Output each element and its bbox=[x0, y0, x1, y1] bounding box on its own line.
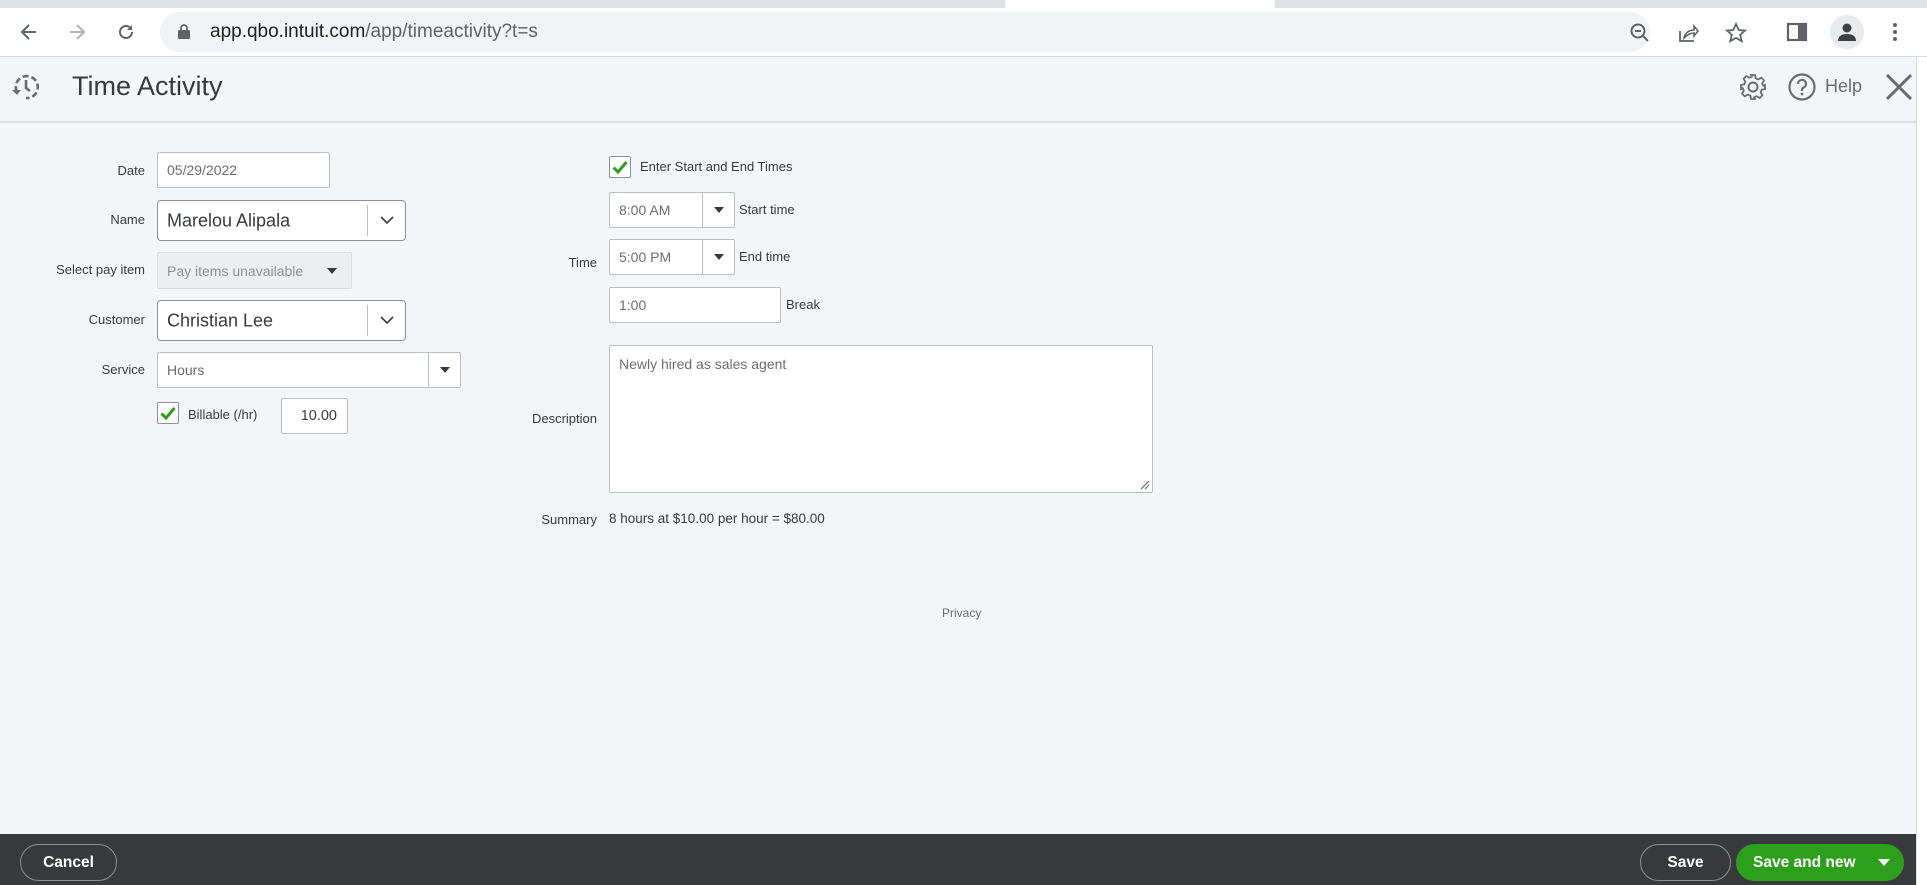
time-activity-clock-icon bbox=[12, 74, 40, 100]
service-select[interactable]: Hours bbox=[157, 352, 461, 388]
reload-icon bbox=[119, 24, 133, 39]
resize-handle-icon[interactable] bbox=[1138, 478, 1150, 490]
browser-menu-button[interactable] bbox=[1880, 17, 1910, 47]
customer-combobox[interactable]: Christian Lee bbox=[157, 300, 406, 341]
gear-icon bbox=[1740, 74, 1766, 100]
end-time-dropdown-button[interactable] bbox=[702, 240, 734, 274]
customer-dropdown-button[interactable] bbox=[367, 305, 405, 336]
description-textarea[interactable]: Newly hired as sales agent bbox=[609, 345, 1153, 493]
browser-toolbar: app.qbo.intuit.com/app/timeactivity?t=s bbox=[0, 8, 1927, 57]
break-label: Break bbox=[786, 297, 820, 312]
end-time-select[interactable]: 5:00 PM bbox=[609, 239, 735, 275]
name-label: Name bbox=[110, 212, 145, 227]
save-options-caret-icon[interactable] bbox=[1878, 859, 1890, 866]
share-icon bbox=[1679, 23, 1699, 42]
share-button[interactable] bbox=[1676, 21, 1700, 45]
save-button[interactable]: Save bbox=[1640, 844, 1731, 881]
customer-label: Customer bbox=[88, 312, 145, 327]
page-header: Time Activity Help bbox=[0, 57, 1916, 123]
close-icon bbox=[1885, 73, 1913, 101]
arrow-left-icon bbox=[20, 24, 36, 40]
caret-down-icon bbox=[713, 254, 724, 260]
settings-button[interactable] bbox=[1736, 70, 1770, 104]
back-button[interactable] bbox=[14, 17, 44, 47]
help-circle-icon bbox=[1788, 73, 1816, 101]
help-label[interactable]: Help bbox=[1825, 76, 1862, 97]
date-label: Date bbox=[117, 163, 145, 178]
profile-button[interactable] bbox=[1830, 15, 1864, 49]
cancel-button[interactable]: Cancel bbox=[20, 844, 117, 881]
billable-checkbox[interactable] bbox=[157, 402, 179, 424]
browser-tab-strip bbox=[0, 0, 1927, 8]
zoom-out-icon bbox=[1630, 23, 1649, 42]
chevron-down-icon bbox=[379, 216, 394, 225]
kebab-menu-icon bbox=[1893, 23, 1897, 41]
url-text: app.qbo.intuit.com/app/timeactivity?t=s bbox=[210, 21, 538, 42]
date-input[interactable]: 05/29/2022 bbox=[157, 152, 330, 188]
summary-value: 8 hours at $10.00 per hour = $80.00 bbox=[609, 511, 825, 526]
caret-down-icon bbox=[713, 207, 724, 213]
reload-button[interactable] bbox=[111, 17, 141, 47]
billable-label: Billable (/hr) bbox=[188, 407, 258, 422]
summary-label: Summary bbox=[541, 512, 597, 527]
address-bar[interactable]: app.qbo.intuit.com/app/timeactivity?t=s bbox=[160, 12, 1747, 52]
end-time-label: End time bbox=[739, 249, 791, 264]
start-time-select[interactable]: 8:00 AM bbox=[609, 192, 735, 228]
service-dropdown-button[interactable] bbox=[428, 353, 460, 387]
name-combobox[interactable]: Marelou Alipala bbox=[157, 200, 406, 241]
star-icon bbox=[1725, 22, 1747, 44]
caret-down-icon bbox=[439, 367, 450, 373]
enter-times-label: Enter Start and End Times bbox=[640, 159, 793, 174]
enter-times-checkbox[interactable] bbox=[609, 156, 631, 178]
description-label: Description bbox=[531, 411, 597, 426]
save-and-new-button[interactable]: Save and new bbox=[1736, 844, 1904, 881]
billable-rate-input[interactable]: 10.00 bbox=[281, 398, 348, 434]
save-and-new-label: Save and new bbox=[1753, 853, 1856, 871]
side-panel-icon bbox=[1786, 22, 1808, 42]
active-tab[interactable] bbox=[1005, 0, 1275, 8]
pay-item-label: Select pay item bbox=[56, 262, 145, 277]
footer-action-bar: Cancel Save Save and new bbox=[0, 834, 1916, 885]
name-dropdown-button[interactable] bbox=[367, 205, 405, 236]
break-input[interactable]: 1:00 bbox=[609, 287, 781, 323]
start-time-label: Start time bbox=[739, 202, 795, 217]
caret-down-icon bbox=[327, 268, 337, 274]
forward-button[interactable] bbox=[62, 17, 92, 47]
side-panel-button[interactable] bbox=[1782, 17, 1812, 47]
close-button[interactable] bbox=[1882, 70, 1916, 104]
time-label: Time bbox=[568, 255, 597, 270]
start-time-dropdown-button[interactable] bbox=[702, 193, 734, 227]
zoom-out-button[interactable] bbox=[1628, 21, 1652, 45]
scrollbar-track[interactable] bbox=[1916, 57, 1927, 885]
bookmark-button[interactable] bbox=[1724, 21, 1748, 45]
checkmark-icon bbox=[160, 407, 176, 420]
pay-item-select: Pay items unavailable bbox=[157, 252, 352, 289]
privacy-link[interactable]: Privacy bbox=[942, 606, 981, 620]
service-label: Service bbox=[101, 362, 145, 377]
lock-icon bbox=[178, 24, 190, 39]
avatar-icon bbox=[1838, 23, 1856, 41]
chevron-down-icon bbox=[379, 316, 394, 325]
arrow-right-icon bbox=[70, 24, 86, 40]
page-title: Time Activity bbox=[72, 71, 223, 101]
help-button[interactable] bbox=[1785, 70, 1819, 104]
checkmark-icon bbox=[612, 161, 628, 174]
